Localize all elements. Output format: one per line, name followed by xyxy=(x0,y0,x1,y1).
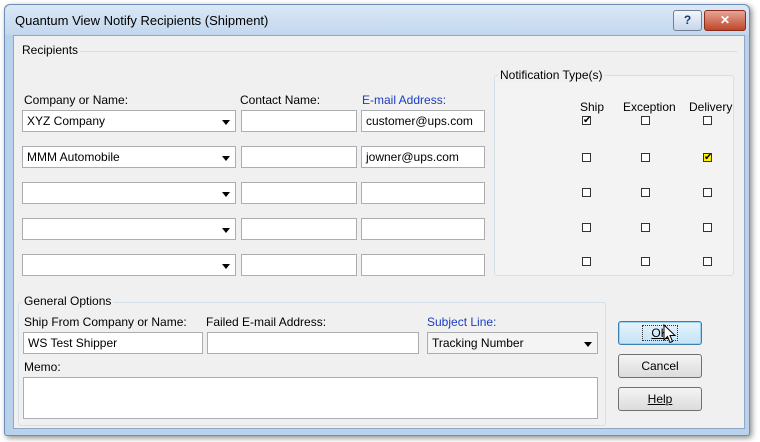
delivery-checkbox-row-4[interactable] xyxy=(703,223,712,232)
company-combo-row-3[interactable] xyxy=(22,182,236,204)
company-value: MMM Automobile xyxy=(27,150,120,164)
delivery-checkbox-row-3[interactable] xyxy=(703,188,712,197)
exception-checkbox-row-1[interactable] xyxy=(641,116,650,125)
email-column-header: E-mail Address: xyxy=(362,93,447,107)
dialog-client-area: Recipients Company or Name: Contact Name… xyxy=(13,35,745,429)
dialog-window: Quantum View Notify Recipients (Shipment… xyxy=(4,4,750,436)
title-bar[interactable]: Quantum View Notify Recipients (Shipment… xyxy=(5,5,749,35)
ship-column-header: Ship xyxy=(580,100,605,114)
contact-field-row-1[interactable] xyxy=(241,110,357,132)
title-help-button[interactable]: ? xyxy=(673,10,702,31)
dropdown-arrow-icon[interactable] xyxy=(584,342,592,347)
company-column-header: Company or Name: xyxy=(24,93,129,107)
cancel-button[interactable]: Cancel xyxy=(618,354,702,378)
dropdown-arrow-icon[interactable] xyxy=(222,264,230,269)
company-value: XYZ Company xyxy=(27,114,106,128)
company-combo-row-2[interactable]: MMM Automobile xyxy=(22,146,236,168)
help-button[interactable]: Help xyxy=(618,387,702,411)
delivery-column-header: Delivery xyxy=(689,100,733,114)
recipients-group-label: Recipients xyxy=(20,43,81,57)
dropdown-arrow-icon[interactable] xyxy=(222,192,230,197)
contact-field-row-3[interactable] xyxy=(241,182,357,204)
memo-textarea[interactable] xyxy=(23,377,598,419)
exception-checkbox-row-3[interactable] xyxy=(641,188,650,197)
delivery-checkbox-row-5[interactable] xyxy=(703,257,712,266)
company-combo-row-1[interactable]: XYZ Company xyxy=(22,110,236,132)
exception-column-header: Exception xyxy=(623,100,676,114)
ship-checkbox-row-1[interactable]: ✔ xyxy=(582,116,591,126)
subject-line-select[interactable]: Tracking Number xyxy=(427,332,598,354)
delivery-checkbox-row-1[interactable] xyxy=(703,116,712,125)
company-combo-row-5[interactable] xyxy=(22,254,236,276)
ship-checkbox-row-4[interactable] xyxy=(582,223,591,232)
window-title: Quantum View Notify Recipients (Shipment… xyxy=(15,13,269,28)
contact-field-row-4[interactable] xyxy=(241,218,357,240)
failed-email-label: Failed E-mail Address: xyxy=(206,315,327,329)
ship-from-label: Ship From Company or Name: xyxy=(24,315,187,329)
failed-email-field[interactable] xyxy=(207,332,419,354)
email-field-row-2[interactable]: jowner@ups.com xyxy=(361,146,485,168)
company-combo-row-4[interactable] xyxy=(22,218,236,240)
notification-types-label: Notification Type(s) xyxy=(498,68,605,82)
email-field-row-3[interactable] xyxy=(361,182,485,204)
general-options-label: General Options xyxy=(22,294,114,308)
dropdown-arrow-icon[interactable] xyxy=(222,228,230,233)
help-button-label: Help xyxy=(647,392,673,406)
ship-checkbox-row-5[interactable] xyxy=(582,257,591,266)
contact-field-row-5[interactable] xyxy=(241,254,357,276)
delivery-checkbox-row-2[interactable]: ✔ xyxy=(703,153,712,163)
subject-line-value: Tracking Number xyxy=(432,336,524,350)
email-field-row-4[interactable] xyxy=(361,218,485,240)
exception-checkbox-row-4[interactable] xyxy=(641,223,650,232)
memo-label: Memo: xyxy=(24,360,61,374)
ship-checkbox-row-3[interactable] xyxy=(582,188,591,197)
dropdown-arrow-icon[interactable] xyxy=(222,120,230,125)
mouse-pointer-icon xyxy=(663,324,677,344)
email-field-row-5[interactable] xyxy=(361,254,485,276)
exception-checkbox-row-2[interactable] xyxy=(641,153,650,162)
dropdown-arrow-icon[interactable] xyxy=(222,156,230,161)
contact-field-row-2[interactable] xyxy=(241,146,357,168)
ship-from-field[interactable]: WS Test Shipper xyxy=(23,332,203,354)
email-field-row-1[interactable]: customer@ups.com xyxy=(361,110,485,132)
contact-column-header: Contact Name: xyxy=(240,93,321,107)
ship-checkbox-row-2[interactable] xyxy=(582,153,591,162)
subject-line-label: Subject Line: xyxy=(427,315,497,329)
exception-checkbox-row-5[interactable] xyxy=(641,257,650,266)
close-button[interactable]: ✕ xyxy=(704,10,746,31)
ok-button[interactable]: OK xyxy=(618,321,702,345)
